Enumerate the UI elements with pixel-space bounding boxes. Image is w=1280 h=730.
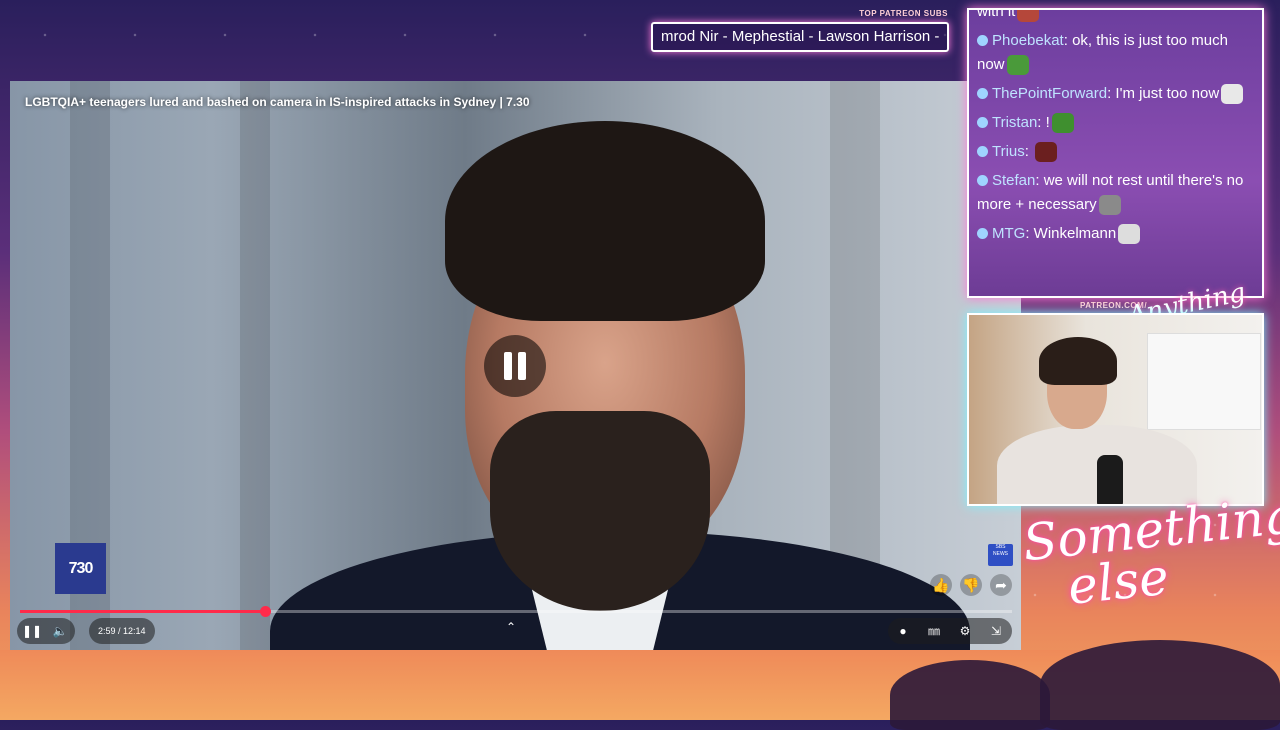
chat-message: MTG: Winkelmann [977, 222, 1252, 246]
chat-username: Phoebekat [992, 32, 1064, 49]
left-controls-pill: ❚❚ 🔈 [17, 618, 75, 644]
channel-logo: 730 [55, 543, 106, 594]
chat-message: Stefan: we will not rest until there's n… [977, 169, 1252, 217]
chat-message: Trius: [977, 140, 1252, 164]
progress-scrubber[interactable] [260, 606, 272, 617]
settings-icon[interactable]: ⚙ [952, 618, 978, 644]
chat-messages: with it Phoebekat: ok, this is just too m… [977, 8, 1252, 251]
autoplay-icon[interactable]: ● [890, 618, 916, 644]
chat-badge-icon [977, 227, 988, 239]
chat-text: I'm just too now [1115, 85, 1220, 102]
chat-emote-icon [1098, 195, 1121, 216]
chat-message: Phoebekat: ok, this is just too much now [977, 29, 1252, 77]
chat-badge-icon [977, 87, 988, 99]
pause-icon[interactable]: ❚❚ [19, 618, 45, 644]
chat-panel: with it Phoebekat: ok, this is just too m… [967, 8, 1264, 298]
chat-username: Trius [992, 143, 1025, 160]
dislike-icon[interactable]: 👎 [960, 574, 982, 596]
player-controls: ❚❚ 🔈 2:59 / 12:14 ⌃ ● ㎜ ⚙ ⇲ [10, 618, 1021, 644]
share-icon[interactable]: ➦ [990, 574, 1012, 596]
webcam-person-hair [1039, 337, 1117, 385]
like-icon[interactable]: 👍 [930, 574, 952, 596]
captions-icon[interactable]: ㎜ [921, 618, 947, 644]
progress-bar[interactable] [20, 606, 1012, 617]
chat-emote-icon [1051, 113, 1074, 134]
chat-emote-icon [1118, 224, 1141, 245]
palm-silhouette [1040, 640, 1280, 730]
top-subs-label: TOP PATREON SUBS [859, 9, 948, 18]
time-display: 2:59 / 12:14 [89, 618, 155, 644]
chat-emote-icon [1017, 10, 1040, 23]
progress-played [20, 610, 266, 613]
chat-badge-icon [977, 145, 988, 157]
chat-text: ! [1045, 114, 1050, 131]
background-stripe [240, 81, 270, 650]
person-beard [490, 411, 710, 611]
chat-username: Tristan [992, 114, 1038, 131]
exit-fullscreen-icon[interactable]: ⇲ [983, 618, 1009, 644]
chat-badge-icon [977, 34, 988, 46]
chat-message: ThePointForward: I'm just too now [977, 82, 1252, 106]
chat-text: with it [977, 8, 1016, 20]
webcam-dresser [1147, 333, 1261, 430]
chat-username: ThePointForward [992, 85, 1108, 102]
chat-message: with it [977, 8, 1252, 24]
chat-badge-icon [977, 174, 988, 186]
microphone-icon [1097, 455, 1123, 504]
volume-icon[interactable]: 🔈 [47, 618, 73, 644]
chat-text: Winkelmann [1033, 225, 1117, 242]
chat-emote-icon [1035, 142, 1058, 163]
script-title: Something else [1020, 486, 1280, 616]
video-player[interactable]: LGBTQIA+ teenagers lured and bashed on c… [10, 81, 1021, 650]
webcam-feed [967, 313, 1264, 506]
chat-username: Stefan [992, 172, 1036, 189]
top-subs-ticker: mrod Nir - Mephestial - Lawson Harrison … [651, 22, 949, 52]
top-subs-names: mrod Nir - Mephestial - Lawson Harrison … [661, 28, 940, 45]
chat-emote-icon [1221, 84, 1244, 105]
chat-emote-icon [1006, 55, 1029, 76]
center-pause-icon[interactable] [484, 335, 546, 397]
video-title[interactable]: LGBTQIA+ teenagers lured and bashed on c… [25, 95, 530, 109]
chat-message: Tristan: ! [977, 111, 1252, 135]
chevron-up-icon[interactable]: ⌃ [506, 620, 516, 634]
chat-username: MTG [992, 225, 1026, 242]
right-controls-pill: ● ㎜ ⚙ ⇲ [888, 618, 1012, 644]
chat-badge-icon [977, 116, 988, 128]
side-actions: 👍 👎 ➦ [930, 574, 1012, 596]
news-logo: SBS NEWS [988, 544, 1013, 566]
person-hair [445, 121, 765, 321]
